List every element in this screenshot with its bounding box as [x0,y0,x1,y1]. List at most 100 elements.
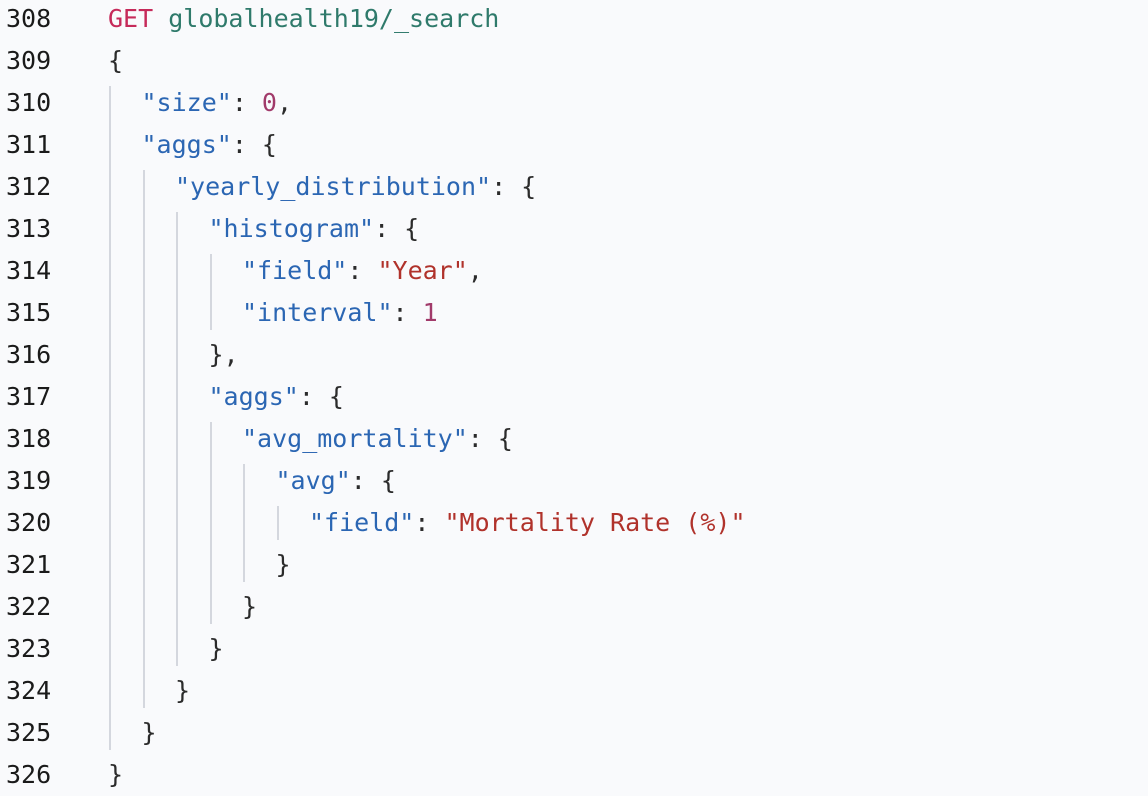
code-token-punct: , [467,256,483,285]
line-number: 313 [6,214,52,243]
code-text: }, [209,334,239,376]
code-token-key: "aggs" [208,382,299,411]
code-token-punct: } [275,550,291,579]
line-number: 319 [6,466,52,495]
code-token-punct: : { [298,382,344,411]
code-text: "avg_mortality": { [242,418,513,460]
code-text: } [108,754,123,796]
code-token-punct [153,4,168,33]
code-line[interactable]: 312 "yearly_distribution": { [0,166,1148,208]
line-number: 316 [6,340,52,369]
code-token-key: "yearly_distribution" [175,172,492,201]
code-text: "field": "Year", [242,250,483,292]
code-token-str: "Mortality Rate (%)" [444,508,746,537]
indent-guide [209,422,212,624]
code-line[interactable]: 325} [0,712,1148,754]
code-text: } [209,628,224,670]
code-line[interactable]: 313 "histogram": { [0,208,1148,250]
line-number: 315 [6,298,52,327]
code-editor[interactable]: 308 GET globalhealth19/_search 309 {310 "siz… [0,0,1148,796]
line-number: 323 [6,634,52,663]
line-number: 321 [6,550,52,579]
code-text: } [142,712,157,754]
line-number: 309 [6,46,52,75]
code-token-punct: : { [467,424,513,453]
code-line[interactable]: 318 "avg_mortality": { [0,418,1148,460]
line-number: 311 [6,130,52,159]
code-token-punct: : { [350,466,396,495]
code-line[interactable]: 317 "aggs": { [0,376,1148,418]
indent-guide [209,254,212,330]
code-text: "histogram": { [209,208,420,250]
code-text: "interval": 1 [242,292,438,334]
code-text: } [242,586,257,628]
indent-guide [276,506,279,540]
line-number: 317 [6,382,52,411]
code-line[interactable]: 311 "aggs": { [0,124,1148,166]
code-line[interactable]: 323} [0,628,1148,670]
line-number: 325 [6,718,52,747]
code-token-punct: { [108,46,124,75]
code-token-punct: , [276,88,293,117]
code-text: "aggs": { [142,124,277,166]
code-token-key: "avg_mortality" [242,424,468,453]
code-line[interactable]: 309 { [0,40,1148,82]
code-line[interactable]: 310 "size": 0, [0,82,1148,124]
code-token-punct: : [231,88,262,117]
line-number: 310 [6,88,52,117]
code-line[interactable]: 326} [0,754,1148,796]
line-number: 318 [6,424,52,453]
code-text: "field": "Mortality Rate (%)" [309,502,746,544]
code-line[interactable]: 315 "interval": 1 [0,292,1148,334]
code-token-punct: } [108,760,124,789]
code-line[interactable]: 324} [0,670,1148,712]
code-token-punct: : [392,298,423,327]
code-token-key: "aggs" [141,130,232,159]
code-token-punct: } [141,718,157,747]
code-token-punct: } [242,592,258,621]
line-number: 322 [6,592,52,621]
line-number: 324 [6,676,52,705]
line-number: 326 [6,760,52,789]
code-text: GET globalhealth19/_search [108,0,499,40]
code-line[interactable]: 322} [0,586,1148,628]
code-token-key: "avg" [275,466,351,495]
code-token-punct: : { [231,130,277,159]
code-text: "yearly_distribution": { [175,166,536,208]
code-token-punct: : { [374,214,420,243]
code-line[interactable]: 321} [0,544,1148,586]
code-token-punct: } [175,676,191,705]
code-token-path: globalhealth19/_search [168,4,500,33]
code-token-num: 0 [261,88,277,117]
code-text: "size": 0, [142,82,293,124]
line-number: 312 [6,172,52,201]
code-token-key: "field" [242,256,348,285]
code-text: { [108,40,123,82]
code-line[interactable]: 314 "field": "Year", [0,250,1148,292]
code-text: "aggs": { [209,376,344,418]
code-token-punct: } [208,634,224,663]
code-token-key: "size" [141,88,232,117]
code-token-punct: }, [208,340,239,369]
indent-guide [142,170,145,708]
code-token-str: "Year" [377,256,468,285]
line-number: 320 [6,508,52,537]
code-token-key: "field" [309,508,415,537]
indent-guide [176,212,178,666]
code-line[interactable]: 319 "avg": { [0,460,1148,502]
code-line[interactable]: 316}, [0,334,1148,376]
code-text: "avg": { [276,460,396,502]
code-text: } [276,544,291,586]
code-line[interactable]: 308 GET globalhealth19/_search [0,0,1148,40]
code-token-method: GET [108,4,154,33]
line-number: 308 [6,4,52,33]
code-text: } [175,670,190,712]
code-line[interactable]: 320 "field": "Mortality Rate (%)" [0,502,1148,544]
code-token-num: 1 [422,298,438,327]
code-token-punct: : [347,256,378,285]
code-token-key: "interval" [242,298,393,327]
indent-guide [109,86,111,750]
code-token-punct: : { [491,172,537,201]
code-token-key: "histogram" [208,214,375,243]
line-number: 314 [6,256,52,285]
